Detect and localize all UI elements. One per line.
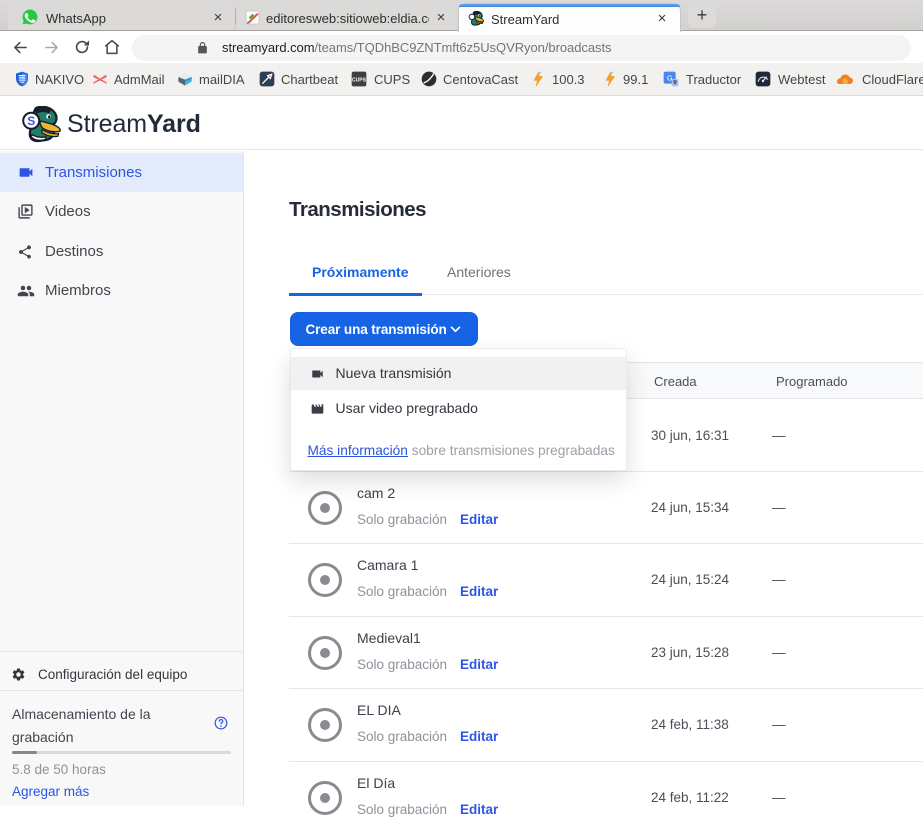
svg-text:CUPS: CUPS — [352, 78, 367, 84]
svg-text:S: S — [27, 114, 35, 128]
